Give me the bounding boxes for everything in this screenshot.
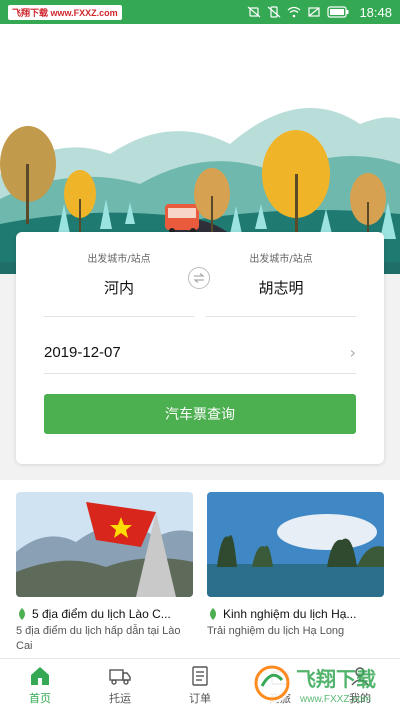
battery-icon [327,6,349,18]
watermark-logo: 飞翔下载 www.FXXZ.com [250,656,398,711]
article-card[interactable]: 5 địa điểm du lịch Lào C... 5 địa điểm d… [16,492,193,654]
departure-underline [44,316,194,317]
departure-field[interactable]: 出发城市/站点 河内 [44,250,194,317]
departure-city[interactable]: 河内 [44,277,194,298]
arrival-underline [206,316,356,317]
mute-icon [248,6,261,18]
travel-date: 2019-12-07 [44,344,121,361]
article-title: Kinh nghiệm du lịch Hạ... [223,607,357,621]
wifi-icon [288,6,301,18]
article-title-row: 5 địa điểm du lịch Lào C... [16,607,193,621]
date-picker-row[interactable]: 2019-12-07 › [44,332,356,374]
ticket-search-card: 出发城市/站点 河内 出发城市/站点 胡志明 2019-12-07 › 汽车票查… [16,232,384,464]
leaf-icon [19,608,25,620]
tab-label: 订单 [189,691,211,705]
chevron-right-icon: › [349,343,356,362]
logo-text: 飞翔下载 [296,667,376,691]
vibrate-icon [268,6,281,18]
tab-home[interactable]: 首页 [0,659,80,711]
departure-label: 出发城市/站点 [87,254,151,265]
arrival-label: 出发城市/站点 [249,254,313,265]
truck-icon [109,668,131,685]
swap-icon [193,273,205,283]
logo-url-text: www.FXXZ.com [299,694,371,705]
article-card[interactable]: Kinh nghiệm du lịch Hạ... Trải nghiệm du… [207,492,384,639]
article-image-laocai [16,492,193,597]
arrival-city[interactable]: 胡志明 [206,277,356,298]
tab-shipping[interactable]: 托运 [80,659,160,711]
article-description: Trải nghiệm du lịch Hạ Long [207,625,345,637]
article-image-halong [207,492,384,597]
arrival-field[interactable]: 出发城市/站点 胡志明 [206,250,356,317]
leaf-icon [210,608,216,620]
bus-ticket-search-button[interactable]: 汽车票查询 [44,394,356,434]
article-description: 5 địa điểm du lịch hấp dẫn tại Lào Cai [16,625,181,652]
status-icons: 18:48 [247,5,392,20]
tab-label: 首页 [29,691,51,705]
article-list: 5 địa điểm du lịch Lào C... 5 địa điểm d… [0,480,400,660]
watermark-badge: 飞翔下载 www.FXXZ.com [8,4,122,20]
status-bar: 飞翔下载 www.FXXZ.com 18:48 [0,0,400,24]
article-title-row: Kinh nghiệm du lịch Hạ... [207,607,384,621]
no-signal-icon [308,7,321,17]
clock: 18:48 [359,4,392,20]
tab-orders[interactable]: 订单 [160,659,240,711]
home-icon [31,666,49,685]
order-list-icon [192,665,208,686]
article-title: 5 địa điểm du lịch Lào C... [32,607,171,621]
tab-label: 托运 [109,691,131,705]
